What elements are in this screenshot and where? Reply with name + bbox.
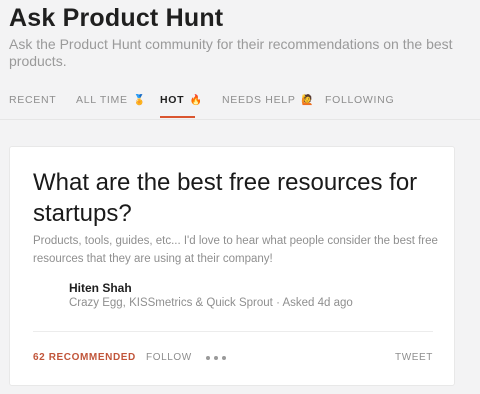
more-icon[interactable] bbox=[206, 356, 226, 362]
tab-bar: RECENT ALL TIME 🏅 HOT 🔥 NEEDS HELP 🙋 FOL… bbox=[0, 94, 480, 120]
tab-following[interactable]: FOLLOWING bbox=[325, 94, 394, 118]
tab-label: NEEDS HELP bbox=[222, 94, 296, 106]
tab-hot[interactable]: HOT 🔥 bbox=[160, 94, 203, 118]
tab-label: FOLLOWING bbox=[325, 94, 395, 106]
author-name[interactable]: Hiten Shah bbox=[69, 281, 132, 295]
tab-needs-help[interactable]: NEEDS HELP 🙋 bbox=[222, 94, 314, 118]
raised-hand-icon: 🙋 bbox=[300, 95, 315, 106]
tab-label: ALL TIME bbox=[76, 94, 128, 106]
tab-recent[interactable]: RECENT bbox=[9, 94, 56, 118]
page-header: Ask Product Hunt Ask the Product Hunt co… bbox=[0, 0, 480, 120]
follow-button[interactable]: FOLLOW bbox=[146, 352, 192, 363]
card-divider bbox=[33, 331, 433, 332]
tab-label: HOT bbox=[160, 94, 185, 106]
card-actions: 62 RECOMMENDED FOLLOW TWEET bbox=[10, 352, 456, 368]
active-tab-indicator bbox=[160, 116, 195, 118]
question-excerpt: Products, tools, guides, etc... I'd love… bbox=[33, 235, 438, 265]
question-title[interactable]: What are the best free resources for sta… bbox=[33, 167, 443, 229]
question-card[interactable]: What are the best free resources for sta… bbox=[9, 146, 455, 386]
fire-icon: 🔥 bbox=[189, 95, 204, 106]
tweet-button[interactable]: TWEET bbox=[395, 352, 433, 363]
tab-label: RECENT bbox=[9, 94, 57, 106]
medal-icon: 🏅 bbox=[133, 95, 147, 106]
author-meta: Crazy Egg, KISSmetrics & Quick Sprout · … bbox=[69, 297, 353, 309]
recommend-button[interactable]: 62 RECOMMENDED bbox=[33, 352, 136, 363]
page-subtitle: Ask the Product Hunt community for their… bbox=[9, 36, 453, 69]
tab-all-time[interactable]: ALL TIME 🏅 bbox=[76, 94, 146, 118]
page-title: Ask Product Hunt bbox=[9, 4, 224, 32]
